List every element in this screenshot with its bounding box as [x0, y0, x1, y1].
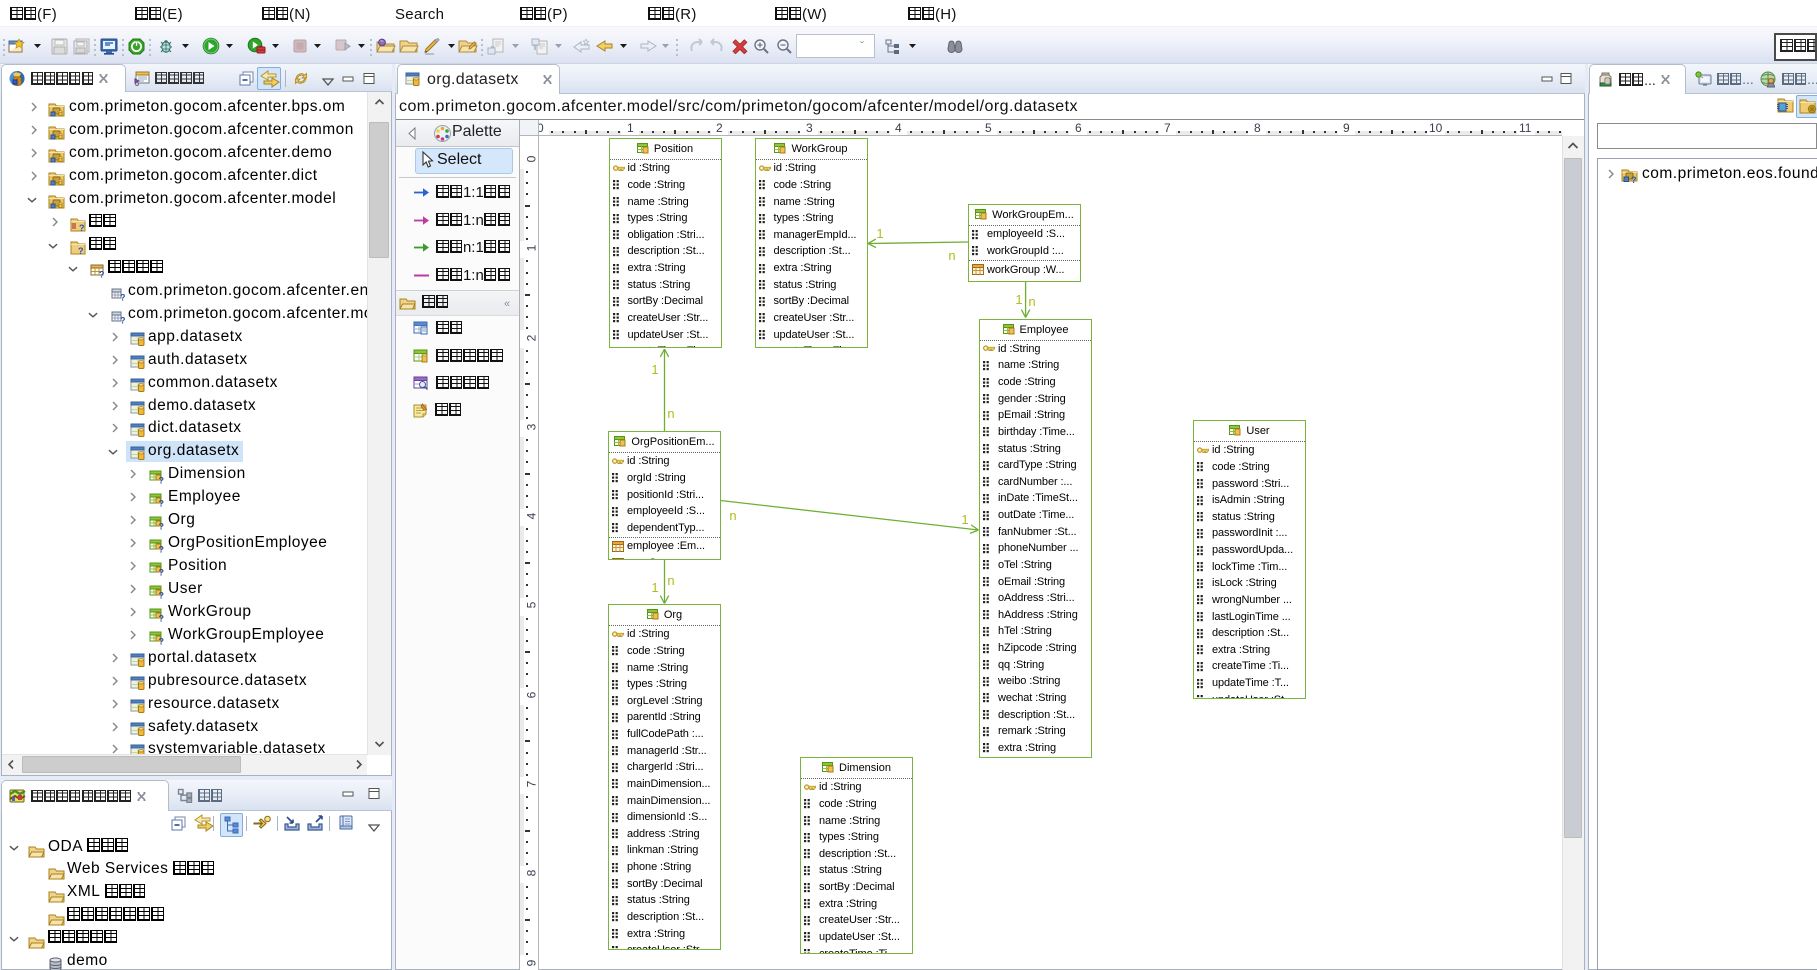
- svg-text:n: n: [667, 406, 674, 421]
- svg-text:?: ?: [159, 590, 165, 599]
- svg-text:1: 1: [651, 580, 658, 595]
- svg-text:?: ?: [1631, 175, 1637, 184]
- svg-text:n: n: [948, 248, 955, 263]
- svg-text:?: ?: [159, 613, 165, 622]
- svg-text:1: 1: [876, 226, 883, 241]
- svg-text:n: n: [1028, 294, 1035, 309]
- svg-text:?: ?: [79, 223, 85, 232]
- svg-text:?: ?: [78, 246, 84, 255]
- svg-text:?: ?: [99, 269, 105, 278]
- svg-text:n: n: [667, 573, 674, 588]
- svg-text:n: n: [729, 508, 736, 523]
- svg-text:?: ?: [120, 292, 126, 301]
- svg-text:?: ?: [159, 545, 165, 554]
- svg-text:?: ?: [159, 568, 165, 577]
- svg-text:1: 1: [961, 512, 968, 527]
- svg-text:1: 1: [1015, 292, 1022, 307]
- svg-text:?: ?: [159, 499, 165, 508]
- svg-text:?: ?: [159, 636, 165, 645]
- svg-text:1: 1: [651, 362, 658, 377]
- svg-text:?: ?: [120, 315, 126, 324]
- svg-text:?: ?: [159, 476, 165, 485]
- svg-text:?: ?: [159, 522, 165, 531]
